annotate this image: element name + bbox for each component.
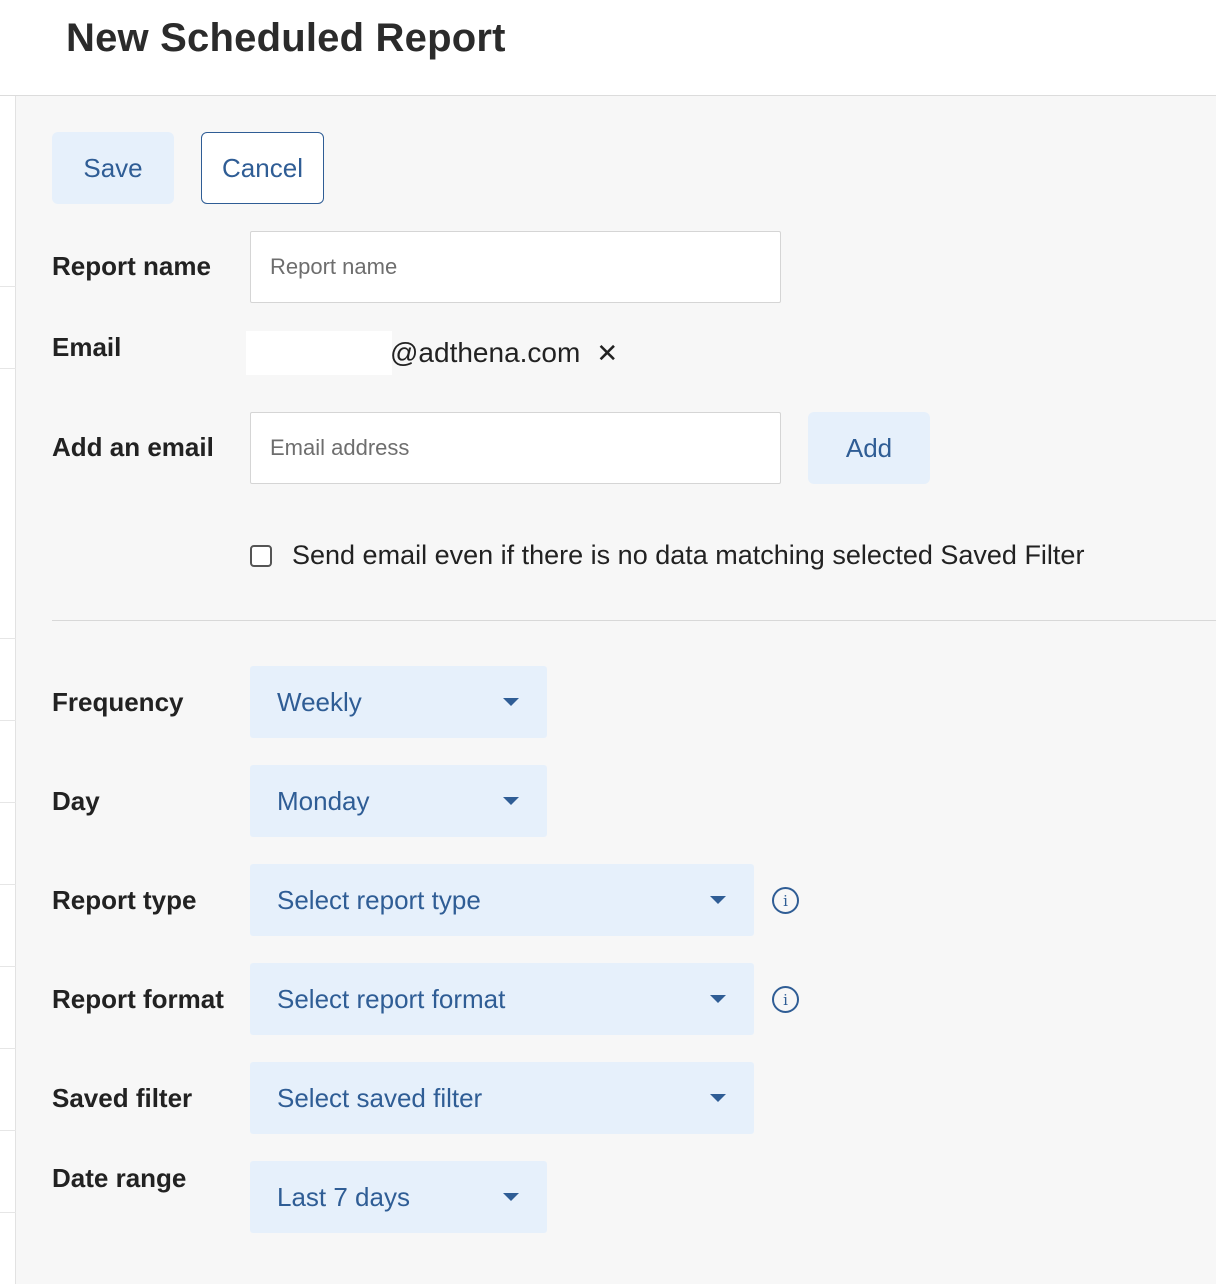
page-title: New Scheduled Report — [66, 16, 506, 60]
caret-down-icon — [503, 698, 519, 706]
info-circle-icon[interactable]: i — [772, 986, 799, 1013]
date-range-value: Last 7 days — [277, 1182, 410, 1212]
report-name-input[interactable] — [250, 231, 781, 303]
email-label: Email — [52, 332, 122, 362]
page-header: New Scheduled Report — [0, 0, 1216, 96]
nav-divider — [0, 966, 16, 967]
nav-divider — [0, 884, 16, 885]
day-value: Monday — [277, 786, 370, 816]
send-empty-label[interactable]: Send email even if there is no data matc… — [292, 540, 1084, 571]
saved-filter-value: Select saved filter — [277, 1083, 483, 1113]
info-circle-icon[interactable]: i — [772, 887, 799, 914]
send-empty-option: Send email even if there is no data matc… — [250, 540, 1084, 571]
frequency-label: Frequency — [52, 687, 184, 717]
left-navigation-strip — [0, 96, 16, 1284]
cancel-button[interactable]: Cancel — [201, 132, 324, 204]
nav-divider — [0, 802, 16, 803]
day-select[interactable]: Monday — [250, 765, 547, 837]
saved-filter-label: Saved filter — [52, 1083, 193, 1113]
report-type-value: Select report type — [277, 885, 481, 915]
section-divider — [52, 620, 1216, 621]
report-type-label: Report type — [52, 885, 197, 915]
email-domain: @adthena.com — [390, 337, 581, 368]
nav-divider — [0, 1130, 16, 1131]
email-recipient: @adthena.com ✕ — [246, 331, 618, 375]
nav-divider — [0, 368, 16, 369]
save-button[interactable]: Save — [52, 132, 174, 204]
nav-divider — [0, 1212, 16, 1213]
nav-divider — [0, 638, 16, 639]
report-name-label: Report name — [52, 251, 211, 281]
send-empty-checkbox[interactable] — [250, 544, 272, 567]
date-range-select[interactable]: Last 7 days — [250, 1161, 547, 1233]
close-icon[interactable]: ✕ — [596, 340, 618, 366]
report-format-select[interactable]: Select report format — [250, 963, 754, 1035]
report-type-select[interactable]: Select report type — [250, 864, 754, 936]
nav-divider — [0, 1048, 16, 1049]
frequency-value: Weekly — [277, 687, 362, 717]
day-label: Day — [52, 786, 100, 816]
frequency-select[interactable]: Weekly — [250, 666, 547, 738]
add-email-label: Add an email — [52, 432, 214, 462]
caret-down-icon — [503, 1193, 519, 1201]
caret-down-icon — [503, 797, 519, 805]
saved-filter-select[interactable]: Select saved filter — [250, 1062, 754, 1134]
caret-down-icon — [710, 1094, 726, 1102]
nav-divider — [0, 286, 16, 287]
caret-down-icon — [710, 995, 726, 1003]
email-address-input[interactable] — [250, 412, 781, 484]
redacted-email-local-part — [246, 331, 392, 375]
report-format-value: Select report format — [277, 984, 506, 1014]
report-format-label: Report format — [52, 984, 224, 1014]
caret-down-icon — [710, 896, 726, 904]
add-email-button[interactable]: Add — [808, 412, 930, 484]
nav-divider — [0, 720, 16, 721]
date-range-label: Date range — [52, 1163, 187, 1193]
